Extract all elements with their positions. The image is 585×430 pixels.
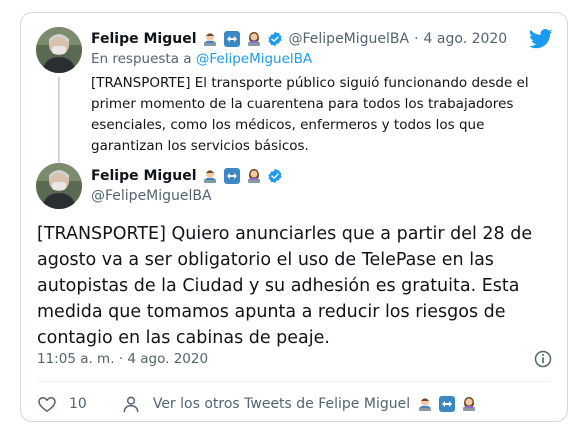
reply-to-link[interactable]: @FelipeMiguelBA — [196, 51, 312, 67]
man-technologist-emoji-icon — [203, 33, 216, 46]
action-bar: 10 Ver los otros Tweets de Felipe Miguel — [37, 391, 478, 417]
main-tweet-text: [TRANSPORTE] Quiero anunciarles que a pa… — [37, 224, 533, 348]
avatar-photo-icon — [36, 27, 82, 73]
parent-tweet-text: [TRANSPORTE] El transporte público sigui… — [91, 75, 529, 154]
person-icon[interactable] — [121, 394, 141, 414]
thread-line — [58, 77, 60, 165]
man-technologist-emoji-icon — [419, 398, 432, 411]
avatar[interactable] — [36, 27, 82, 73]
separator: · — [414, 31, 419, 47]
reply-prefix: En respuesta a — [91, 51, 192, 67]
info-icon[interactable] — [533, 349, 553, 369]
author-name[interactable]: Felipe Miguel — [91, 31, 197, 47]
parent-header: Felipe Miguel @FelipeMiguelBA · 4 ago. 2… — [91, 30, 507, 48]
woman-technologist-emoji-icon — [247, 169, 260, 183]
left-right-arrow-emoji-icon — [223, 168, 240, 184]
verified-badge-icon — [267, 168, 282, 184]
tweet-timestamp[interactable]: 11:05 a. m. · 4 ago. 2020 — [37, 351, 208, 367]
twitter-logo-icon[interactable] — [529, 29, 553, 49]
more-tweets-link[interactable]: Ver los otros Tweets de Felipe Miguel — [153, 396, 410, 412]
man-technologist-emoji-icon — [203, 170, 216, 183]
avatar-photo-icon — [36, 163, 82, 209]
author-handle[interactable]: @FelipeMiguelBA — [91, 188, 212, 204]
like-heart-icon[interactable] — [37, 394, 57, 414]
woman-technologist-emoji-icon — [247, 32, 260, 46]
like-count: 10 — [69, 396, 87, 412]
author-name[interactable]: Felipe Miguel — [91, 168, 197, 184]
left-right-arrow-emoji-icon — [223, 31, 240, 47]
verified-badge-icon — [267, 31, 282, 47]
woman-technologist-emoji-icon — [463, 397, 476, 411]
left-right-arrow-emoji-icon — [439, 396, 456, 412]
tweet-date[interactable]: 4 ago. 2020 — [424, 31, 508, 47]
main-header: Felipe Miguel — [91, 167, 283, 185]
tweet-embed-card: Felipe Miguel @FelipeMiguelBA · 4 ago. 2… — [20, 12, 568, 422]
author-handle[interactable]: @FelipeMiguelBA — [289, 31, 410, 47]
reply-context: En respuesta a @FelipeMiguelBA — [91, 51, 312, 67]
divider — [37, 381, 551, 382]
avatar[interactable] — [36, 163, 82, 209]
